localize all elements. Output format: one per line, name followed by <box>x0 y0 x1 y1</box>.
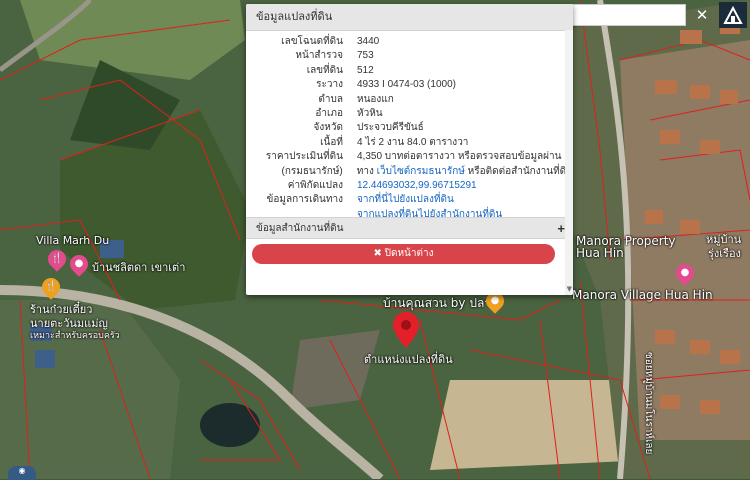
map-label-shop1[interactable]: บ้านชลิตดา เขาเต่า <box>92 258 185 276</box>
row-label: เลขที่ดิน <box>306 64 343 76</box>
table-row: เลขที่ดิน 512 <box>246 64 573 78</box>
food-pin-icon[interactable]: 🍴 <box>38 274 64 300</box>
row-value: 753 <box>357 50 374 62</box>
table-row: จังหวัด ประจวบคีรีขันธ์ <box>246 121 573 135</box>
table-row: ค่าพิกัดแปลง 12.44693032,99.96715291 <box>246 179 573 193</box>
row-label: ระวาง <box>316 79 343 91</box>
map-label-manora-village[interactable]: Manora Village Hua Hin <box>572 288 713 302</box>
coordinates-link[interactable]: 12.44693032,99.96715291 <box>357 180 477 191</box>
table-row: เนื้อที่ 4 ไร่ 2 งาน 84.0 ตารางวา <box>246 136 573 150</box>
map-label-shop2c: เหมาะสำหรับครอบครัว <box>30 331 120 341</box>
row-label: (กรมธนารักษ์) <box>281 165 343 177</box>
row-value-suffix: หรือติดต่อสำนักงานที่ดิน <box>464 165 573 177</box>
row-value: ประจวบคีรีขันธ์ <box>357 122 424 134</box>
map-label-house[interactable]: บ้านคุณสวน by ปลา <box>383 294 491 313</box>
parcel-location-pin-icon[interactable] <box>393 312 419 348</box>
app-logo <box>719 2 747 28</box>
map-label-manora-property-b: Hua Hin <box>576 246 624 260</box>
table-row: (กรมธนารักษ์) ทาง เว็บไซต์กรมธนารักษ์ หรื… <box>246 165 573 179</box>
land-office-section-toggle[interactable]: ข้อมูลสำนักงานที่ดิน + <box>246 217 573 239</box>
row-value: 3440 <box>357 36 380 47</box>
row-value: 512 <box>357 64 374 76</box>
row-label: เลขโฉนดที่ดิน <box>281 36 343 47</box>
row-label: ราคาประเมินที่ดิน <box>265 151 343 163</box>
expand-plus-icon[interactable]: + <box>557 218 565 240</box>
row-label: ค่าพิกัดแปลง <box>287 179 343 191</box>
map-label-village2: รุ่งเรือง <box>708 247 741 260</box>
row-label: ข้อมูลการเดินทาง <box>266 194 343 206</box>
restaurant-pin-icon[interactable]: 🍴 <box>44 246 70 272</box>
table-row: ระวาง 4933 I 0474-03 (1000) <box>246 78 573 92</box>
parcel-info-table: เลขโฉนดที่ดิน 3440 หน้าสำรวจ 753 เลขที่ดิน… <box>246 35 573 222</box>
row-value: 4,350 บาทต่อตารางวา หรือตรวจสอบข้อมูลผ่า… <box>357 151 562 163</box>
close-window-button[interactable]: ✖ ปิดหน้าต่าง <box>252 244 555 264</box>
row-label: เนื้อที่ <box>320 136 343 148</box>
row-value: หัวหิน <box>357 107 383 119</box>
map-label-road: ซอยหมู่บ้านมโนราห์เลย <box>643 352 654 455</box>
shop-pin-icon[interactable]: ● <box>66 251 92 277</box>
map-label-villa[interactable]: Villa Marh Du <box>36 234 109 247</box>
table-row: หน้าสำรวจ 753 <box>246 49 573 63</box>
popup-scrollbar[interactable]: ▼ <box>565 30 573 295</box>
table-row: ราคาประเมินที่ดิน 4,350 บาทต่อตารางวา หรื… <box>246 150 573 164</box>
table-row: เลขโฉนดที่ดิน 3440 <box>246 35 573 49</box>
row-label: หน้าสำรวจ <box>295 50 343 62</box>
row-label: อำเภอ <box>315 107 343 119</box>
parcel-info-popup: ข้อมูลแปลงที่ดิน เลขโฉนดที่ดิน 3440 หน้าส… <box>246 4 573 295</box>
treasury-website-link[interactable]: เว็บไซต์กรมธนารักษ์ <box>377 166 465 177</box>
scroll-down-icon[interactable]: ▼ <box>567 285 572 293</box>
popup-title: ข้อมูลแปลงที่ดิน <box>246 4 573 31</box>
row-label: ตำบล <box>318 93 343 105</box>
map-control-button[interactable]: ◉ <box>8 466 36 480</box>
row-value: 4933 I 0474-03 (1000) <box>357 79 456 91</box>
row-value: 4 ไร่ 2 งาน 84.0 ตารางวา <box>357 136 469 148</box>
row-label: จังหวัด <box>313 122 343 134</box>
table-row: ข้อมูลการเดินทาง จากที่นี่ไปยังแปลงที่ดิน <box>246 193 573 207</box>
table-row: อำเภอ หัวหิน <box>246 107 573 121</box>
row-value: หนองแก <box>357 93 394 105</box>
directions-to-parcel-link[interactable]: จากที่นี่ไปยังแปลงที่ดิน <box>357 194 454 205</box>
close-icon[interactable]: ✕ <box>690 4 714 26</box>
map-label-pin: ตำแหน่งแปลงที่ดิน <box>364 353 453 366</box>
section-label: ข้อมูลสำนักงานที่ดิน <box>256 223 344 234</box>
shopping-pin-icon[interactable]: ● <box>672 260 698 286</box>
table-row: ตำบล หนองแก <box>246 93 573 107</box>
row-value-prefix: ทาง <box>356 165 377 177</box>
